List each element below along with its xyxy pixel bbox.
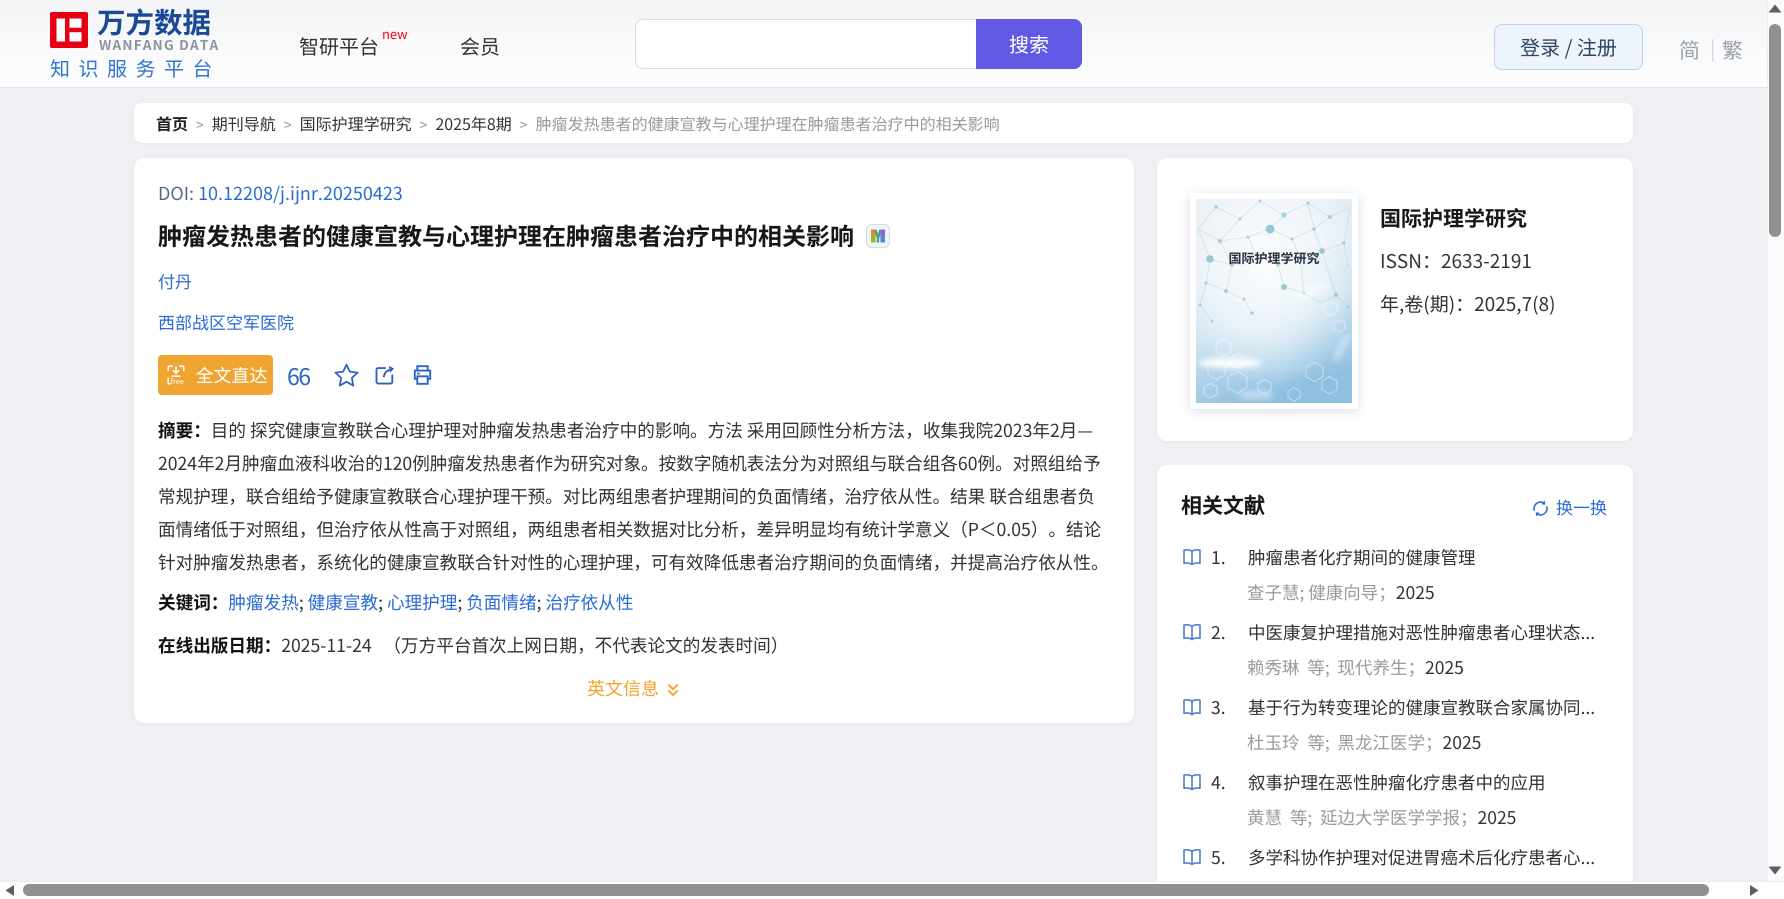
svg-text:国际护理学研究: 国际护理学研究 [1228,248,1319,267]
svg-text:free: free [170,377,183,387]
